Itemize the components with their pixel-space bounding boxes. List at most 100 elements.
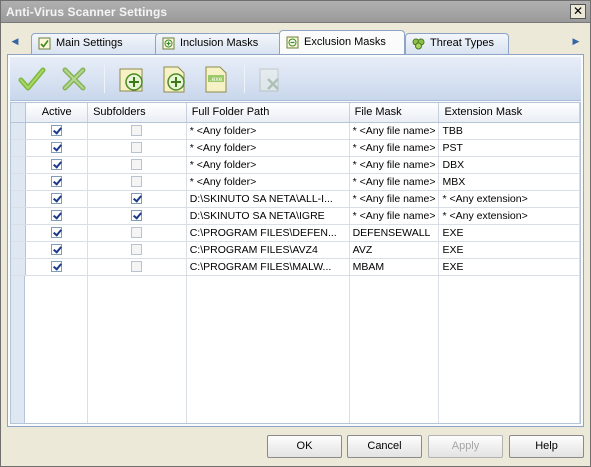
row-header-cell[interactable] bbox=[11, 190, 27, 208]
folder-path-cell[interactable]: D:\SKINUTO SA NETA\IGRE bbox=[186, 207, 350, 225]
extension-mask-cell[interactable]: DBX bbox=[438, 156, 580, 174]
toolbar-separator bbox=[104, 65, 105, 93]
folder-path-cell[interactable]: * <Any folder> bbox=[186, 139, 350, 157]
active-checkbox[interactable] bbox=[51, 261, 63, 273]
folder-path-cell[interactable]: * <Any folder> bbox=[186, 156, 350, 174]
file-mask-cell[interactable]: * <Any file name> bbox=[349, 122, 440, 140]
toolbar-separator bbox=[244, 65, 245, 93]
close-button[interactable]: ✕ bbox=[570, 4, 586, 19]
subfolders-cell bbox=[87, 241, 187, 259]
tab-label: Threat Types bbox=[430, 37, 494, 49]
row-header-cell[interactable] bbox=[11, 122, 27, 140]
file-mask-cell[interactable]: * <Any file name> bbox=[349, 139, 440, 157]
tab-strip: ◀ Main Settings Inclusion Masks Exclusio bbox=[7, 30, 584, 54]
subfolders-checkbox[interactable] bbox=[131, 159, 143, 171]
subfolders-checkbox[interactable] bbox=[131, 193, 143, 205]
active-cell bbox=[25, 258, 89, 276]
add-folder-icon[interactable] bbox=[116, 63, 148, 95]
apply-button[interactable]: Apply bbox=[428, 435, 503, 458]
column-header-extension-mask[interactable]: Extension Mask bbox=[438, 103, 580, 123]
subfolders-checkbox[interactable] bbox=[131, 176, 143, 188]
row-header-cell[interactable] bbox=[11, 139, 27, 157]
active-checkbox[interactable] bbox=[51, 142, 63, 154]
folder-path-cell[interactable]: C:\PROGRAM FILES\DEFEN... bbox=[186, 224, 350, 242]
file-mask-cell[interactable]: DEFENSEWALL bbox=[349, 224, 440, 242]
file-mask-cell[interactable]: MBAM bbox=[349, 258, 440, 276]
subfolders-checkbox[interactable] bbox=[131, 210, 143, 222]
active-checkbox[interactable] bbox=[51, 176, 63, 188]
table-row[interactable]: * <Any folder> * <Any file name> DBX bbox=[11, 156, 580, 174]
exclusion-table: Active Subfolders Full Folder Path File … bbox=[11, 103, 580, 276]
subfolders-cell bbox=[87, 173, 187, 191]
toolbar: .exe bbox=[10, 57, 581, 101]
subfolders-checkbox[interactable] bbox=[131, 244, 143, 256]
folder-path-cell[interactable]: * <Any folder> bbox=[186, 122, 350, 140]
extension-mask-cell[interactable]: * <Any extension> bbox=[438, 190, 580, 208]
help-button[interactable]: Help bbox=[509, 435, 584, 458]
extension-mask-cell[interactable]: EXE bbox=[438, 241, 580, 259]
tab-scroll-right-icon[interactable]: ▶ bbox=[570, 34, 582, 48]
file-mask-cell[interactable]: AVZ bbox=[349, 241, 440, 259]
tab-threat-types[interactable]: Threat Types bbox=[405, 33, 509, 54]
tab-main-settings[interactable]: Main Settings bbox=[31, 33, 159, 54]
subfolders-checkbox[interactable] bbox=[131, 142, 143, 154]
add-exe-icon[interactable]: .exe bbox=[200, 63, 232, 95]
row-header-cell[interactable] bbox=[11, 207, 27, 225]
file-mask-cell[interactable]: * <Any file name> bbox=[349, 156, 440, 174]
tab-scroll-left-icon[interactable]: ◀ bbox=[9, 34, 21, 48]
file-mask-cell[interactable]: * <Any file name> bbox=[349, 190, 440, 208]
row-header-cell[interactable] bbox=[11, 156, 27, 174]
exclusion-grid: Active Subfolders Full Folder Path File … bbox=[10, 102, 581, 424]
table-row[interactable]: C:\PROGRAM FILES\DEFEN... DEFENSEWALL EXE bbox=[11, 224, 580, 242]
table-row[interactable]: * <Any folder> * <Any file name> TBB bbox=[11, 122, 580, 140]
row-header-cell[interactable] bbox=[11, 241, 27, 259]
table-row[interactable]: C:\PROGRAM FILES\AVZ4 AVZ EXE bbox=[11, 241, 580, 259]
folder-path-cell[interactable]: D:\SKINUTO SA NETA\ALL-I... bbox=[186, 190, 350, 208]
active-cell bbox=[25, 190, 89, 208]
extension-mask-cell[interactable]: TBB bbox=[438, 122, 580, 140]
ok-button[interactable]: OK bbox=[267, 435, 342, 458]
active-checkbox[interactable] bbox=[51, 244, 63, 256]
subfolders-checkbox[interactable] bbox=[131, 125, 143, 137]
folder-path-cell[interactable]: * <Any folder> bbox=[186, 173, 350, 191]
table-row[interactable]: * <Any folder> * <Any file name> PST bbox=[11, 139, 580, 157]
cancel-button[interactable]: Cancel bbox=[347, 435, 422, 458]
exclude-icon bbox=[286, 36, 299, 49]
table-row[interactable]: D:\SKINUTO SA NETA\ALL-I... * <Any file n… bbox=[11, 190, 580, 208]
table-row[interactable]: D:\SKINUTO SA NETA\IGRE * <Any file name>… bbox=[11, 207, 580, 225]
subfolders-cell bbox=[87, 122, 187, 140]
remove-icon[interactable] bbox=[254, 63, 286, 95]
active-checkbox[interactable] bbox=[51, 125, 63, 137]
row-header-cell[interactable] bbox=[11, 258, 27, 276]
cancel-x-icon[interactable] bbox=[58, 63, 90, 95]
apply-check-icon[interactable] bbox=[16, 63, 48, 95]
subfolders-checkbox[interactable] bbox=[131, 261, 143, 273]
folder-path-cell[interactable]: C:\PROGRAM FILES\MALW... bbox=[186, 258, 350, 276]
tab-inclusion-masks[interactable]: Inclusion Masks bbox=[155, 33, 283, 54]
extension-mask-cell[interactable]: * <Any extension> bbox=[438, 207, 580, 225]
active-checkbox[interactable] bbox=[51, 210, 63, 222]
table-row[interactable]: * <Any folder> * <Any file name> MBX bbox=[11, 173, 580, 191]
tab-exclusion-masks[interactable]: Exclusion Masks bbox=[279, 30, 405, 54]
folder-path-cell[interactable]: C:\PROGRAM FILES\AVZ4 bbox=[186, 241, 350, 259]
column-header-file-mask[interactable]: File Mask bbox=[349, 103, 440, 123]
add-file-icon[interactable] bbox=[158, 63, 190, 95]
extension-mask-cell[interactable]: MBX bbox=[438, 173, 580, 191]
extension-mask-cell[interactable]: PST bbox=[438, 139, 580, 157]
extension-mask-cell[interactable]: EXE bbox=[438, 224, 580, 242]
table-row[interactable]: C:\PROGRAM FILES\MALW... MBAM EXE bbox=[11, 258, 580, 276]
extension-mask-cell[interactable]: EXE bbox=[438, 258, 580, 276]
active-checkbox[interactable] bbox=[51, 227, 63, 239]
title-bar[interactable]: Anti-Virus Scanner Settings ✕ bbox=[1, 1, 590, 23]
subfolders-checkbox[interactable] bbox=[131, 227, 143, 239]
active-cell bbox=[25, 156, 89, 174]
row-header-cell[interactable] bbox=[11, 224, 27, 242]
column-header-subfolders[interactable]: Subfolders bbox=[87, 103, 187, 123]
column-header-active[interactable]: Active bbox=[25, 103, 89, 123]
active-checkbox[interactable] bbox=[51, 193, 63, 205]
active-checkbox[interactable] bbox=[51, 159, 63, 171]
file-mask-cell[interactable]: * <Any file name> bbox=[349, 173, 440, 191]
row-header-cell[interactable] bbox=[11, 173, 27, 191]
file-mask-cell[interactable]: * <Any file name> bbox=[349, 207, 440, 225]
column-header-path[interactable]: Full Folder Path bbox=[186, 103, 350, 123]
